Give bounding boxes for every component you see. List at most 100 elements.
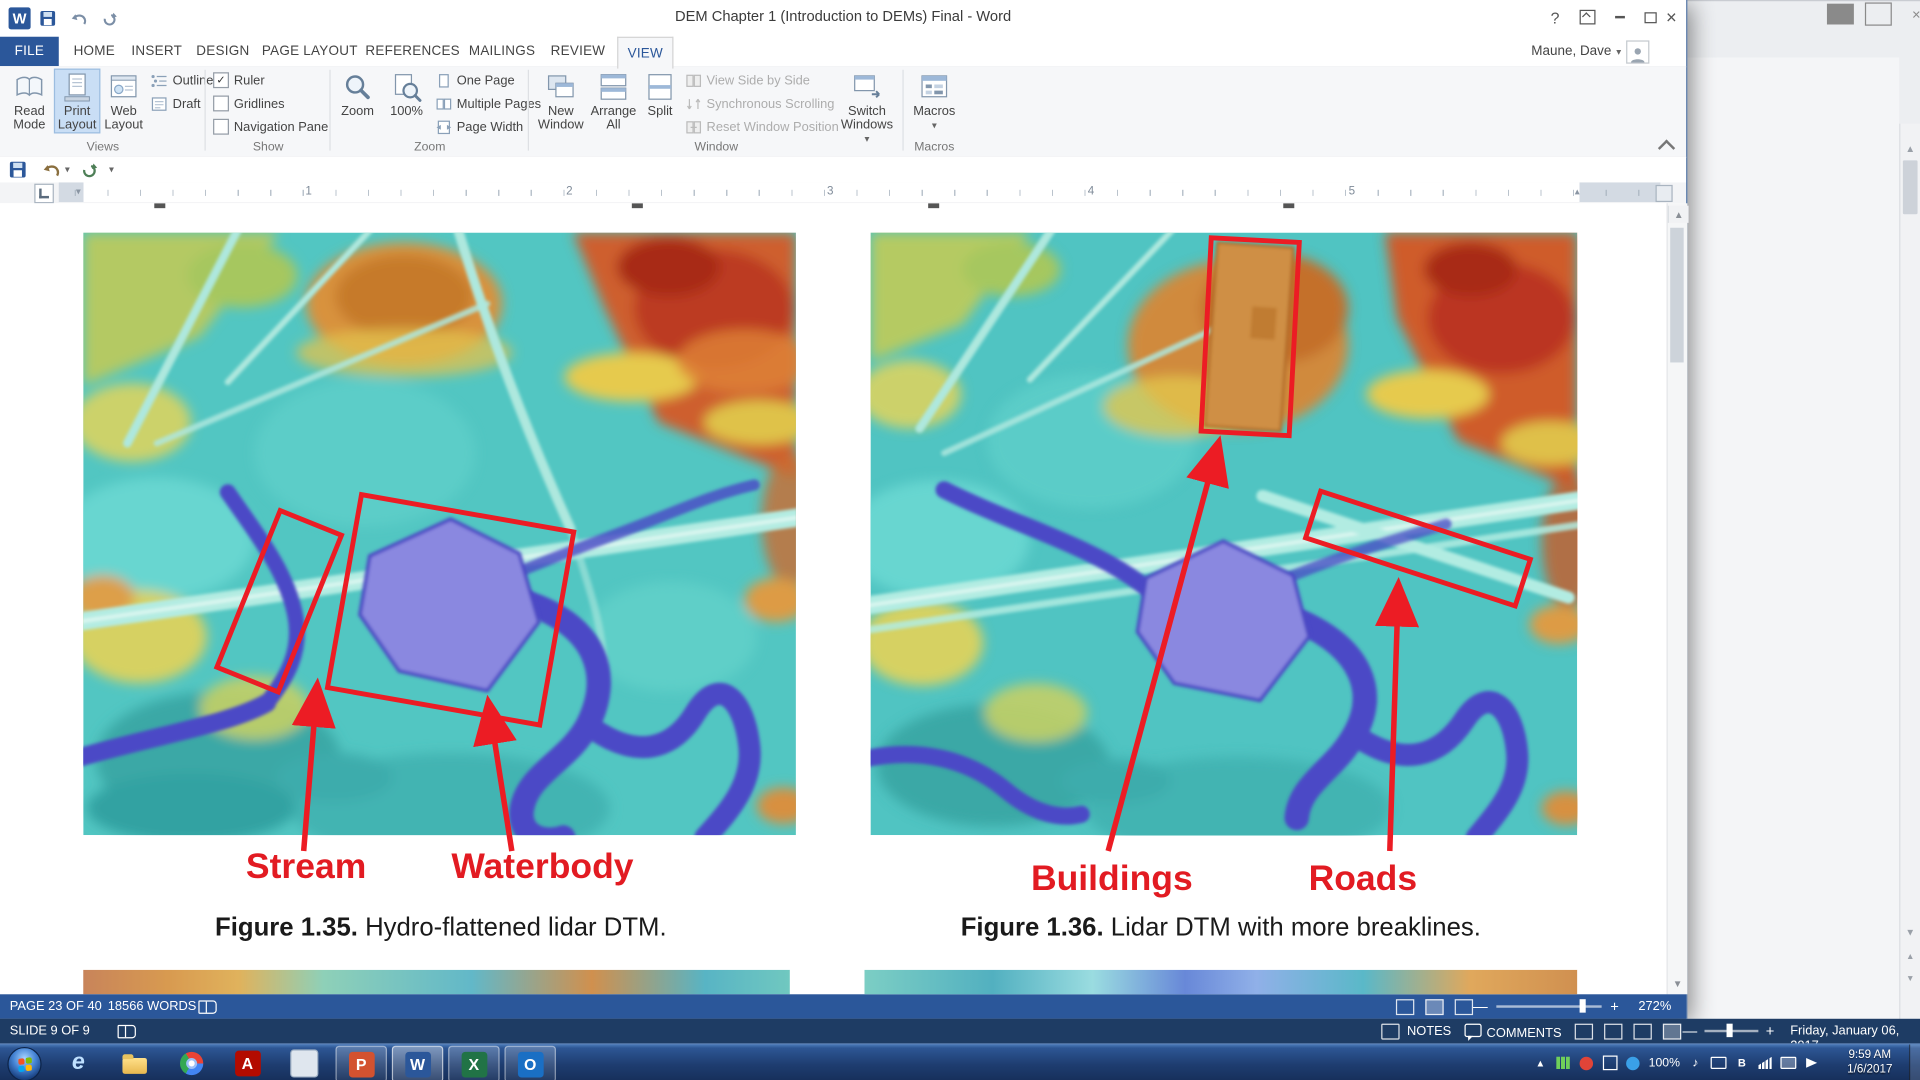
new-window-button[interactable]: New Window (536, 69, 585, 133)
avatar[interactable] (1626, 40, 1649, 63)
taskbar-adobe-reader[interactable]: A (223, 1046, 272, 1080)
action-center-flag-icon[interactable] (1804, 1055, 1820, 1071)
tab-mailings[interactable]: MAILINGS (465, 37, 538, 66)
taskbar-excel[interactable]: X (448, 1046, 499, 1080)
minimize-button[interactable] (1605, 5, 1634, 29)
tab-review[interactable]: REVIEW (545, 37, 611, 66)
zoom-button[interactable]: Zoom (336, 69, 380, 119)
reset-window-position-button[interactable]: Reset Window Position (686, 118, 839, 136)
draft-button[interactable]: Draft (151, 94, 201, 112)
multiple-pages-button[interactable]: Multiple Pages (436, 94, 541, 112)
bluetooth-icon[interactable]: B (1734, 1055, 1750, 1071)
tab-insert[interactable]: INSERT (127, 37, 186, 66)
document-page[interactable]: Stream Waterbody Buildings Roads Figure … (0, 203, 1667, 994)
tab-view[interactable]: VIEW (617, 37, 673, 69)
read-mode-button[interactable]: Read Mode (7, 69, 51, 133)
scroll-down-icon[interactable]: ▼ (1900, 922, 1920, 942)
print-layout-view-icon[interactable] (1425, 999, 1443, 1015)
show-desktop-button[interactable] (1909, 1044, 1920, 1080)
antivirus-icon[interactable] (1579, 1055, 1595, 1071)
gridlines-checkbox[interactable]: Gridlines (213, 94, 285, 112)
taskbar-app[interactable] (279, 1046, 328, 1080)
horizontal-ruler[interactable]: 1 2 3 4 5 ▾ ▴ (59, 182, 1661, 202)
ruler-toggle-icon[interactable] (1656, 185, 1673, 202)
tab-page-layout[interactable]: PAGE LAYOUT (260, 37, 360, 66)
proofing-errors-icon[interactable] (118, 1025, 136, 1042)
keyboard-layout-icon[interactable] (1711, 1055, 1727, 1071)
tab-design[interactable]: DESIGN (192, 37, 253, 66)
previous-slide-icon[interactable]: ▲ (1900, 947, 1920, 967)
taskbar-powerpoint[interactable]: P (336, 1046, 387, 1080)
synchronous-scrolling-button[interactable]: Synchronous Scrolling (686, 94, 835, 112)
sync-app-icon[interactable] (1602, 1055, 1618, 1071)
redo-button[interactable] (98, 9, 120, 29)
zoom-out-button[interactable]: — (1473, 998, 1488, 1015)
taskbar-clock[interactable]: 9:59 AM 1/6/2017 (1832, 1048, 1908, 1077)
messaging-app-icon[interactable] (1625, 1055, 1641, 1071)
slide-sorter-view-icon[interactable] (1604, 1024, 1622, 1040)
zoom-in-button[interactable]: + (1766, 1022, 1775, 1039)
collapse-ribbon-button[interactable] (1658, 140, 1675, 157)
undo-button[interactable] (67, 9, 89, 29)
zoom-percentage[interactable]: 272% (1638, 999, 1671, 1014)
signal-strength-icon[interactable] (1757, 1055, 1773, 1071)
customize-qat-button[interactable]: ▾ (103, 159, 120, 180)
print-layout-button[interactable]: Print Layout (54, 69, 101, 134)
tab-home[interactable]: HOME (67, 37, 121, 66)
tab-references[interactable]: REFERENCES (366, 37, 459, 66)
slideshow-view-icon[interactable] (1663, 1024, 1681, 1040)
network-icon[interactable] (1780, 1055, 1796, 1071)
switch-windows-button[interactable]: Switch Windows ▾ (838, 69, 897, 146)
tab-file[interactable]: FILE (0, 37, 59, 66)
performance-monitor-icon[interactable] (1556, 1055, 1572, 1071)
redo-button[interactable] (76, 159, 103, 180)
navigation-pane-checkbox[interactable]: Navigation Pane (213, 118, 328, 136)
taskbar-file-explorer[interactable] (110, 1046, 159, 1080)
zoom-out-button[interactable]: — (1682, 1022, 1697, 1039)
split-button[interactable]: Split (642, 69, 679, 119)
minimize-icon[interactable] (1827, 4, 1854, 25)
proofing-errors-icon[interactable] (198, 1000, 216, 1017)
reading-view-icon[interactable] (1633, 1024, 1651, 1040)
show-hidden-icons-button[interactable]: ▲ (1532, 1055, 1548, 1071)
ruler-checkbox[interactable]: ✓ Ruler (213, 71, 265, 89)
zoom-in-button[interactable]: + (1610, 998, 1619, 1015)
next-slide-icon[interactable]: ▼ (1900, 969, 1920, 989)
web-layout-view-icon[interactable] (1455, 999, 1473, 1015)
ribbon-display-options-button[interactable] (1572, 5, 1601, 29)
powerpoint-scrollbar[interactable]: ▲ ▼ ▲ ▼ (1899, 124, 1920, 1020)
macros-button[interactable]: Macros ▾ (910, 69, 959, 133)
save-button[interactable] (4, 159, 31, 180)
account-control[interactable]: Maune, Dave ▾ (1531, 37, 1649, 66)
word-app-icon[interactable]: W (9, 7, 31, 29)
maximize-icon[interactable] (1865, 4, 1892, 25)
start-button[interactable] (7, 1047, 41, 1080)
close-button[interactable]: × (1656, 5, 1688, 29)
scroll-up-icon[interactable]: ▲ (1668, 206, 1689, 223)
left-indent-marker[interactable]: ▾ (76, 186, 81, 197)
close-icon[interactable]: × (1903, 4, 1920, 25)
comments-button[interactable]: COMMENTS (1464, 1024, 1561, 1041)
one-page-button[interactable]: One Page (436, 71, 515, 89)
scrollbar-thumb[interactable] (1670, 228, 1683, 363)
arrange-all-button[interactable]: Arrange All (589, 69, 638, 133)
save-button[interactable] (37, 9, 59, 29)
battery-percentage[interactable]: 100% (1649, 1056, 1680, 1069)
document-scrollbar[interactable]: ▲ ▼ (1667, 203, 1688, 994)
undo-dropdown[interactable]: ▾ (60, 159, 75, 180)
zoom-slider-track[interactable] (1496, 1005, 1601, 1007)
right-indent-marker[interactable]: ▴ (1575, 186, 1580, 197)
page-width-button[interactable]: Page Width (436, 118, 523, 136)
web-layout-button[interactable]: Web Layout (102, 69, 146, 133)
scroll-down-icon[interactable]: ▼ (1668, 975, 1688, 992)
scrollbar-thumb[interactable] (1903, 160, 1918, 214)
word-count[interactable]: 18566 WORDS (108, 999, 197, 1014)
taskbar-outlook[interactable]: O (504, 1046, 555, 1080)
view-side-by-side-button[interactable]: View Side by Side (686, 71, 810, 89)
taskbar-internet-explorer[interactable]: e (54, 1046, 103, 1080)
normal-view-icon[interactable] (1575, 1024, 1593, 1040)
zoom-slider-thumb[interactable] (1727, 1024, 1733, 1037)
tab-selector[interactable] (34, 184, 54, 204)
notes-button[interactable]: NOTES (1381, 1024, 1451, 1040)
help-button[interactable]: ? (1540, 5, 1569, 29)
